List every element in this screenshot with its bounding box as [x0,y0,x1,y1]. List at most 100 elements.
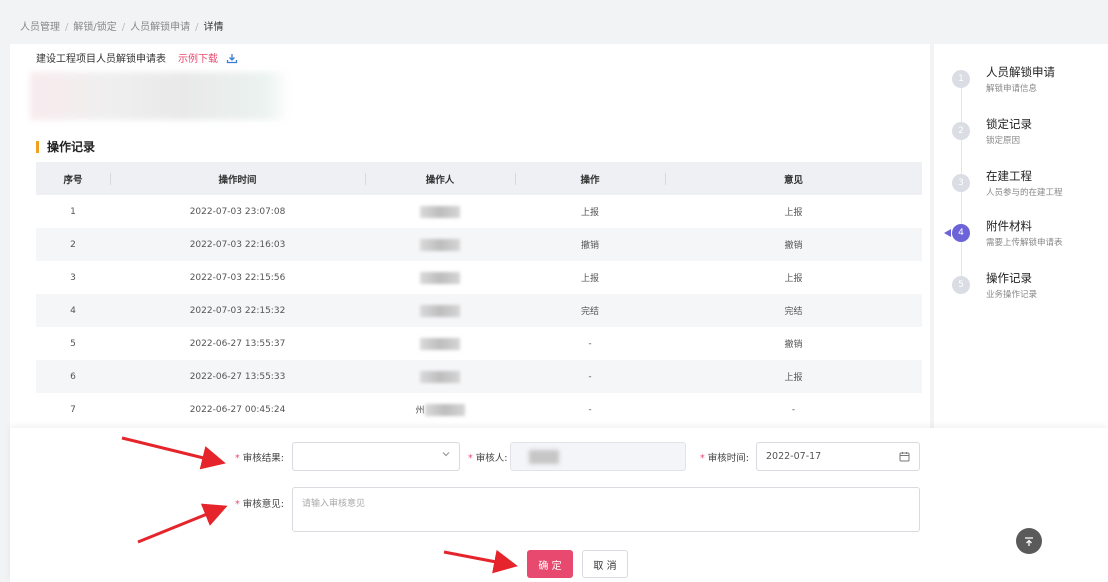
review-time-label: * 审核时间: [700,453,749,464]
step-title: 锁定记录 [986,117,1032,131]
cell-opinion: 撤销 [784,340,803,350]
cell-action: - [588,338,592,349]
review-result-select[interactable] [292,442,460,471]
step-number: 1 [952,70,970,88]
cell-no: 1 [70,206,76,217]
review-result-label: * 审核结果: [235,453,284,464]
cell-operator [365,228,515,261]
page: 人员管理 / 解锁/锁定 / 人员解锁申请 / 详情 建设工程项目人员解锁申请表 示例下载 … [0,0,1108,582]
step-title: 附件材料 [986,219,1032,233]
operator-name-blurred [420,370,460,383]
chevron-down-icon [441,449,451,462]
step-lock-record[interactable]: 2 锁定记录 锁定原因 [952,116,1032,146]
review-time-picker[interactable]: 2022-07-17 [756,442,920,471]
breadcrumb-separator: / [121,22,126,33]
column-header-time: 操作时间 [110,162,365,195]
cell-no: 6 [36,360,110,393]
review-opinion-placeholder: 请输入审核意见 [302,499,366,509]
section-title-operation-log: 操作记录 [36,138,95,155]
cell-action: 上报 [580,274,599,284]
sample-download-link[interactable]: 示例下载 [178,50,218,65]
table-row: 3 2022-07-03 22:15:56 上报 上报 [36,261,922,294]
cell-action: 撤销 [515,228,665,261]
table-row: 6 2022-06-27 13:55:33 - 上报 [36,360,922,393]
step-title: 操作记录 [986,271,1032,285]
breadcrumb: 人员管理 / 解锁/锁定 / 人员解锁申请 / 详情 [20,18,224,33]
cell-no: 3 [70,272,76,283]
cell-operator [365,327,515,360]
cell-opinion: 完结 [665,294,922,327]
cell-no: 5 [70,338,76,349]
cell-time: 2022-06-27 00:45:24 [189,404,286,415]
cell-no: 4 [36,294,110,327]
operator-name-blurred [420,337,460,350]
step-attachments[interactable]: 4 附件材料需要上传解锁申请表 [944,218,1063,248]
reviewer-label: * 审核人: [468,453,508,464]
attachment-preview-blurred [30,72,290,120]
cell-no: 2 [36,228,110,261]
breadcrumb-current: 详情 [203,22,224,33]
cell-action: 上报 [580,208,599,218]
step-title: 人员解锁申请 [986,65,1055,79]
cell-opinion: 上报 [665,360,922,393]
step-ongoing-projects[interactable]: 3 在建工程人员参与的在建工程 [952,168,1063,198]
operator-name-blurred [424,404,465,417]
column-header-no: 序号 [36,162,110,195]
cell-operator [365,360,515,393]
reviewer-name-blurred [529,450,559,464]
step-desc: 解锁申请信息 [986,84,1038,94]
step-desc: 人员参与的在建工程 [986,188,1063,198]
cell-opinion: 撤销 [665,228,922,261]
cell-opinion: - [791,404,796,415]
operator-name-blurred [420,238,460,251]
arrow-up-to-top-icon [1025,536,1033,546]
step-desc: 需要上传解锁申请表 [986,238,1063,248]
application-form-label: 建设工程项目人员解锁申请表 [36,54,166,65]
cell-time: 2022-07-03 23:07:08 [189,206,286,217]
table-row: 5 2022-06-27 13:55:37 - 撤销 [36,327,922,360]
download-icon[interactable] [226,53,238,63]
table-row: 4 2022-07-03 22:15:32 完结 完结 [36,294,922,327]
cell-time: 2022-07-03 22:15:56 [189,272,286,283]
step-title: 在建工程 [986,169,1032,183]
column-header-operator: 操作人 [365,162,515,195]
confirm-button[interactable]: 确 定 [527,550,573,578]
step-desc: 锁定原因 [986,136,1021,146]
breadcrumb-separator: / [195,22,199,33]
review-opinion-textarea[interactable]: 请输入审核意见 [292,487,920,532]
cell-opinion: 上报 [784,208,803,218]
column-header-opinion: 意见 [665,162,922,195]
section-title-bar [36,140,39,153]
breadcrumb-item-unlock-apply[interactable]: 人员解锁申请 [130,22,190,33]
review-time-value: 2022-07-17 [766,451,822,462]
breadcrumb-separator: / [65,22,69,33]
step-unlock-application[interactable]: 1 人员解锁申请解锁申请信息 [952,64,1055,94]
step-number: 3 [952,174,970,192]
application-form-row: 建设工程项目人员解锁申请表 示例下载 [36,50,238,65]
breadcrumb-item-personnel[interactable]: 人员管理 [20,22,60,33]
cancel-button[interactable]: 取 消 [582,550,628,578]
cell-time: 2022-06-27 13:55:33 [110,360,365,393]
back-to-top-button[interactable] [1016,528,1042,554]
operator-name-blurred [420,205,460,218]
cell-action: - [515,360,665,393]
operator-name-blurred [420,304,460,317]
breadcrumb-item-lock-unlock[interactable]: 解锁/锁定 [73,22,116,33]
table-row: 1 2022-07-03 23:07:08 上报 上报 [36,195,922,228]
step-sidebar: 1 人员解锁申请 解锁申请信息 2 锁定记录 锁定原因 3 在建工程 人员参与的在建工… [934,44,1108,432]
operation-log-table: 序号 操作时间 操作人 操作 意见 1 2022-07-03 23:07:08 … [36,162,922,426]
cell-action: 完结 [515,294,665,327]
operator-name-blurred [420,271,460,284]
step-number: 4 [944,224,970,242]
step-operation-log[interactable]: 5 操作记录 业务操作记录 [952,270,1037,300]
calendar-icon[interactable] [899,451,910,465]
cell-action: - [588,404,592,415]
review-panel: * 审核结果: * 审核人: * 审核时间: 2022-07-17 * 审核意见: 请输… [10,428,1108,582]
cell-opinion: 上报 [784,274,803,284]
cell-operator [365,195,515,228]
cell-time: 2022-07-03 22:15:32 [110,294,365,327]
main-panel: 建设工程项目人员解锁申请表 示例下载 操作记录 序号 操作时间 操作人 操作 意… [10,44,930,432]
column-header-action: 操作 [515,162,665,195]
section-title-text: 操作记录 [47,140,96,154]
cell-no: 7 [70,404,76,415]
